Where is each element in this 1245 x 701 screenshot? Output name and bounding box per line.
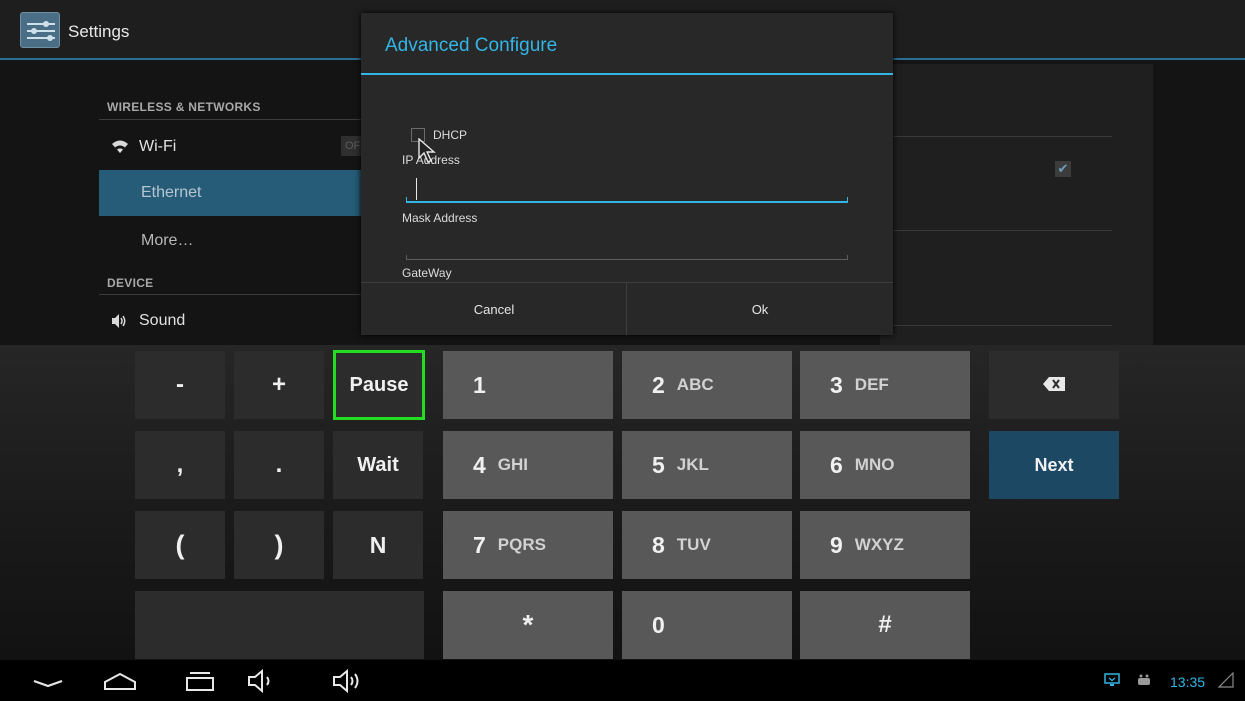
status-clock: 13:35: [1170, 674, 1206, 690]
slider-line-icon: [27, 23, 55, 25]
key-digit: 3: [830, 371, 843, 398]
slider-knob-icon: [31, 28, 37, 34]
phone-keypad: - + Pause 1 2 ABC 3 DEF , . Wait 4 GHI 5…: [0, 345, 1245, 660]
key-period[interactable]: .: [234, 431, 324, 499]
key-letters: WXYZ: [854, 535, 904, 554]
dialog-button-bar: Cancel Ok: [361, 282, 893, 335]
key-minus[interactable]: -: [135, 351, 225, 419]
detail-divider: [890, 136, 1112, 137]
key-digit: 4: [473, 451, 486, 478]
key-digit: 2: [652, 371, 665, 398]
sidebar-item-more[interactable]: More…: [99, 218, 369, 264]
key-digit: 8: [652, 531, 665, 558]
key-letters: JKL: [676, 455, 709, 474]
sidebar-item-label: Wi-Fi: [139, 138, 177, 155]
sidebar-item-label: Sound: [139, 312, 186, 329]
sidebar-item-label: More…: [141, 232, 194, 249]
slider-knob-icon: [47, 35, 53, 41]
category-device: DEVICE: [107, 276, 154, 290]
network-status-icon: [1104, 672, 1120, 688]
key-0[interactable]: 0: [622, 591, 792, 659]
key-6[interactable]: 6 MNO: [800, 431, 970, 499]
gateway-label: GateWay: [402, 266, 452, 280]
sidebar-item-label: Ethernet: [141, 184, 202, 201]
key-next[interactable]: Next: [989, 431, 1119, 499]
key-digit: 0: [652, 611, 665, 638]
home-icon[interactable]: [100, 668, 140, 694]
mask-address-input[interactable]: [406, 246, 848, 260]
settings-app-icon[interactable]: [20, 12, 60, 48]
key-star[interactable]: *: [443, 591, 613, 659]
key-n[interactable]: N: [333, 511, 423, 579]
key-7[interactable]: 7 PQRS: [443, 511, 613, 579]
key-digit: 6: [830, 451, 843, 478]
dialog-title: Advanced Configure: [385, 35, 558, 56]
hide-keyboard-icon[interactable]: [28, 668, 68, 694]
key-left-paren[interactable]: (: [135, 511, 225, 579]
key-2[interactable]: 2 ABC: [622, 351, 792, 419]
key-5[interactable]: 5 JKL: [622, 431, 792, 499]
key-comma[interactable]: ,: [135, 431, 225, 499]
ok-button[interactable]: Ok: [627, 283, 893, 335]
advanced-configure-dialog: Advanced Configure DHCP IP Address Mask …: [361, 13, 893, 335]
key-1[interactable]: 1: [443, 351, 613, 419]
key-digit: 1: [473, 371, 486, 398]
key-digit: 5: [652, 451, 665, 478]
text-caret: [416, 178, 417, 200]
detail-divider: [890, 230, 1112, 231]
wifi-icon: [109, 136, 131, 158]
dhcp-label: DHCP: [433, 128, 468, 142]
category-wireless-networks: WIRELESS & NETWORKS: [107, 100, 261, 114]
ethernet-detail-panel: ✔: [880, 64, 1153, 345]
key-3[interactable]: 3 DEF: [800, 351, 970, 419]
mask-address-label: Mask Address: [402, 211, 478, 225]
key-hash[interactable]: #: [800, 591, 970, 659]
speaker-icon: [109, 310, 131, 332]
android-debug-icon: [1136, 672, 1152, 688]
system-nav-bar: 13:35: [0, 660, 1245, 701]
signal-icon: [1217, 671, 1234, 688]
backspace-icon: [1043, 374, 1065, 397]
key-letters: TUV: [676, 535, 711, 554]
key-space[interactable]: [135, 591, 424, 659]
dialog-title-divider: [361, 73, 893, 75]
key-letters: PQRS: [497, 535, 546, 554]
key-right-paren[interactable]: ): [234, 511, 324, 579]
sidebar-item-ethernet[interactable]: Ethernet: [99, 170, 369, 216]
key-pause[interactable]: Pause: [333, 350, 425, 420]
category-divider: [99, 119, 369, 120]
ip-address-input[interactable]: [406, 175, 848, 203]
key-letters: DEF: [854, 375, 889, 394]
cancel-button[interactable]: Cancel: [361, 283, 627, 335]
recent-apps-icon[interactable]: [180, 668, 220, 694]
key-letters: ABC: [676, 375, 714, 394]
mouse-pointer-icon: [417, 137, 437, 164]
app-title: Settings: [68, 22, 130, 41]
key-digit: 7: [473, 531, 486, 558]
key-backspace[interactable]: [989, 351, 1119, 419]
key-8[interactable]: 8 TUV: [622, 511, 792, 579]
key-letters: GHI: [497, 455, 529, 474]
sidebar-item-wifi[interactable]: Wi-Fi OFF: [99, 124, 369, 170]
key-4[interactable]: 4 GHI: [443, 431, 613, 499]
key-letters: MNO: [854, 455, 895, 474]
slider-knob-icon: [43, 21, 49, 27]
key-9[interactable]: 9 WXYZ: [800, 511, 970, 579]
sidebar-item-sound[interactable]: Sound: [99, 298, 369, 344]
detail-divider: [890, 325, 1112, 326]
key-plus[interactable]: +: [234, 351, 324, 419]
category-divider: [99, 294, 369, 295]
detail-checkbox[interactable]: ✔: [1055, 161, 1071, 177]
volume-down-icon[interactable]: [245, 668, 285, 694]
settings-sidebar: WIRELESS & NETWORKS Wi-Fi OFF Ethernet M…: [99, 62, 369, 345]
key-digit: 9: [830, 531, 843, 558]
key-wait[interactable]: Wait: [333, 431, 423, 499]
volume-up-icon[interactable]: [330, 668, 370, 694]
